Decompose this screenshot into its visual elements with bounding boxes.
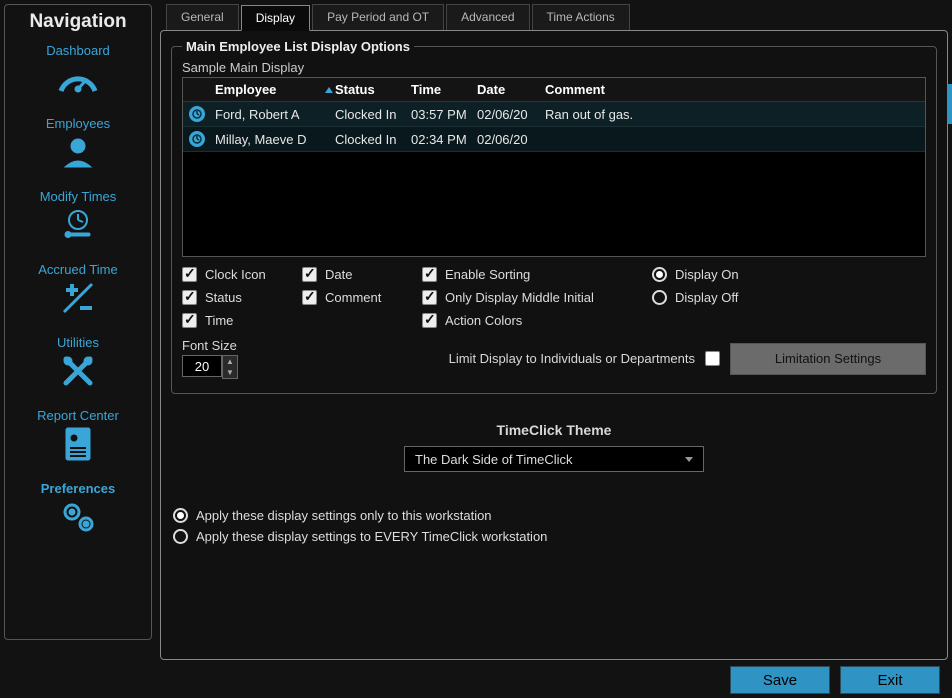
tab-pay-period[interactable]: Pay Period and OT [312, 4, 444, 30]
tab-bar: General Display Pay Period and OT Advanc… [160, 4, 948, 30]
sidebar-item-label: Preferences [41, 481, 115, 496]
display-options-grid: Clock Icon Date Enable Sorting Display O… [182, 267, 926, 328]
bottom-bar: Save Exit [160, 660, 948, 694]
col-date[interactable]: Date [477, 82, 545, 97]
font-size-stepper[interactable]: ▲ ▼ [182, 355, 238, 379]
sidebar-item-label: Modify Times [40, 189, 117, 204]
check-comment[interactable]: Comment [302, 290, 422, 305]
clock-icon [189, 131, 205, 147]
main-area: General Display Pay Period and OT Advanc… [160, 4, 948, 694]
right-edge-accent [947, 84, 952, 124]
col-employee[interactable]: Employee [215, 82, 325, 97]
exit-button[interactable]: Exit [840, 666, 940, 694]
font-size-label: Font Size [182, 338, 238, 353]
tools-icon [55, 352, 101, 390]
clock-icon [189, 106, 205, 122]
gears-icon [55, 498, 101, 536]
radio-apply-every-workstation[interactable]: Apply these display settings to EVERY Ti… [173, 529, 937, 544]
sidebar-item-dashboard[interactable]: Dashboard [46, 41, 110, 106]
radio-display-on[interactable]: Display On [652, 267, 832, 282]
sidebar-item-label: Employees [46, 116, 110, 131]
group-legend: Main Employee List Display Options [182, 39, 414, 54]
sidebar: Navigation Dashboard Employees Modify Ti… [4, 4, 152, 640]
sidebar-item-utilities[interactable]: Utilities [55, 333, 101, 398]
limit-label: Limit Display to Individuals or Departme… [449, 351, 695, 366]
sidebar-item-report-center[interactable]: Report Center [37, 406, 119, 471]
sidebar-item-modify-times[interactable]: Modify Times [40, 187, 117, 252]
person-icon [55, 133, 101, 171]
sidebar-item-employees[interactable]: Employees [46, 114, 110, 179]
theme-label: TimeClick Theme [171, 422, 937, 438]
check-status[interactable]: Status [182, 290, 302, 305]
check-date[interactable]: Date [302, 267, 422, 282]
check-action-colors[interactable]: Action Colors [422, 313, 652, 328]
sidebar-item-accrued-time[interactable]: Accrued Time [38, 260, 117, 325]
table-row[interactable]: Millay, Maeve D Clocked In 02:34 PM 02/0… [183, 127, 925, 152]
radio-display-off[interactable]: Display Off [652, 290, 832, 305]
check-time[interactable]: Time [182, 313, 302, 328]
col-status[interactable]: Status [335, 82, 411, 97]
check-only-middle-initial[interactable]: Only Display Middle Initial [422, 290, 652, 305]
sort-asc-icon [325, 87, 333, 93]
theme-value: The Dark Side of TimeClick [415, 452, 573, 467]
limitation-settings-button[interactable]: Limitation Settings [730, 343, 926, 375]
chevron-down-icon [685, 457, 693, 462]
main-employee-list-group: Main Employee List Display Options Sampl… [171, 39, 937, 394]
spin-up-button[interactable]: ▲ [223, 356, 237, 367]
gauge-icon [55, 60, 101, 98]
check-limit-display[interactable] [705, 351, 720, 366]
table-header[interactable]: Employee Status Time Date Comment [183, 78, 925, 102]
report-icon [55, 425, 101, 463]
display-panel: Main Employee List Display Options Sampl… [160, 30, 948, 660]
check-clock-icon[interactable]: Clock Icon [182, 267, 302, 282]
sidebar-item-label: Utilities [57, 335, 99, 350]
sidebar-item-preferences[interactable]: Preferences [41, 479, 115, 544]
sidebar-item-label: Accrued Time [38, 262, 117, 277]
col-comment[interactable]: Comment [545, 82, 919, 97]
sidebar-item-label: Dashboard [46, 43, 110, 58]
col-time[interactable]: Time [411, 82, 477, 97]
tab-time-actions[interactable]: Time Actions [532, 4, 630, 30]
sample-caption: Sample Main Display [182, 60, 926, 75]
table-row[interactable]: Ford, Robert A Clocked In 03:57 PM 02/06… [183, 102, 925, 127]
spin-down-button[interactable]: ▼ [223, 367, 237, 378]
theme-select[interactable]: The Dark Side of TimeClick [404, 446, 704, 472]
tab-advanced[interactable]: Advanced [446, 4, 529, 30]
check-enable-sorting[interactable]: Enable Sorting [422, 267, 652, 282]
font-size-input[interactable] [182, 355, 222, 377]
tab-display[interactable]: Display [241, 5, 310, 31]
radio-apply-this-workstation[interactable]: Apply these display settings only to thi… [173, 508, 937, 523]
clock-wrench-icon [55, 206, 101, 244]
sidebar-item-label: Report Center [37, 408, 119, 423]
tab-general[interactable]: General [166, 4, 239, 30]
plus-minus-icon [55, 279, 101, 317]
save-button[interactable]: Save [730, 666, 830, 694]
nav-title: Navigation [29, 11, 126, 33]
employee-table: Employee Status Time Date Comment Ford, … [182, 77, 926, 257]
